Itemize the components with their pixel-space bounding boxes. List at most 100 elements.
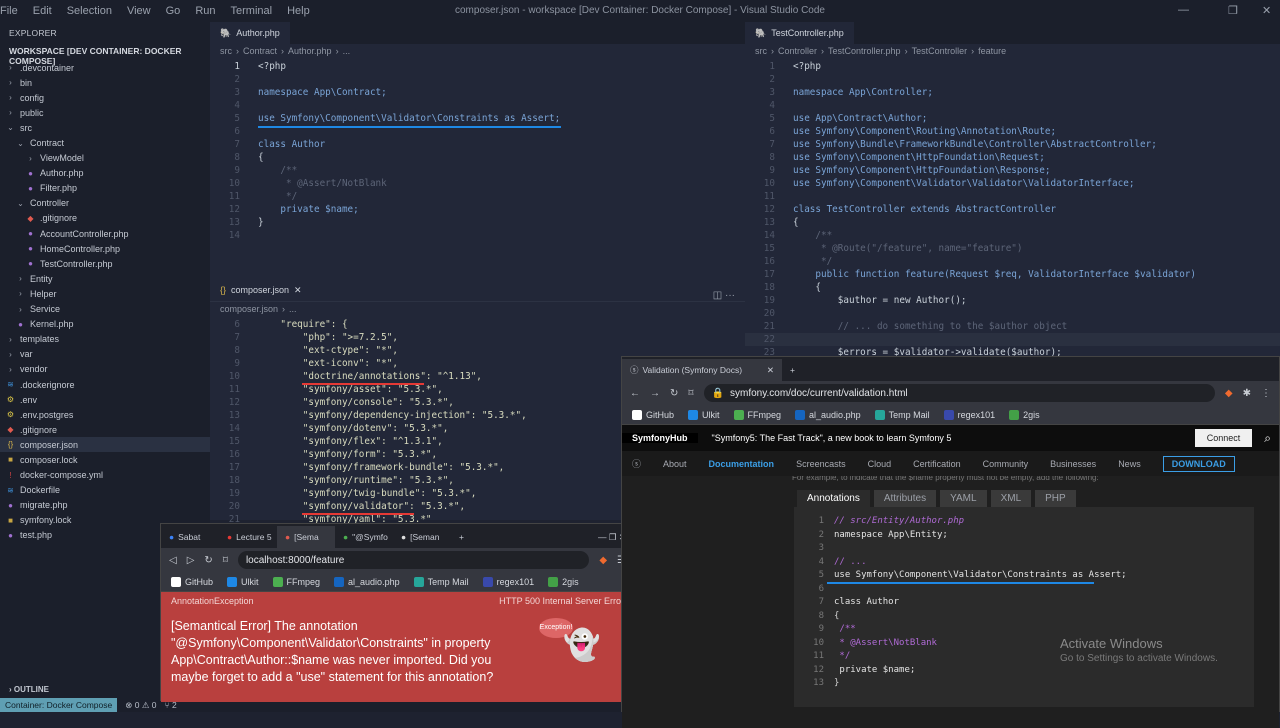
bookmark-item[interactable]: GitHub	[632, 409, 674, 420]
connect-button[interactable]: Connect	[1194, 429, 1253, 447]
tree-item[interactable]: ● TestController.php	[0, 256, 210, 271]
code-tab[interactable]: PHP	[1035, 490, 1076, 507]
reload-icon[interactable]: ↻	[670, 388, 678, 399]
back-icon[interactable]: ←	[630, 388, 640, 399]
workspace-title[interactable]: WORKSPACE [DEV CONTAINER: DOCKER COMPOSE…	[0, 44, 210, 66]
nav-item[interactable]: Certification	[913, 459, 961, 469]
tree-item[interactable]: › Helper	[0, 286, 210, 301]
tree-item[interactable]: ● Filter.php	[0, 181, 210, 196]
reload-icon[interactable]: ↻	[204, 555, 212, 566]
breadcrumb-item[interactable]: feature	[978, 46, 1006, 58]
tree-item[interactable]: › vendor	[0, 362, 210, 377]
search-icon[interactable]: ⌕	[1256, 431, 1279, 446]
browser-tab[interactable]: ● Sabat	[161, 526, 219, 548]
breadcrumb-item[interactable]: TestController.php	[828, 46, 901, 58]
bookmark-item[interactable]: al_audio.php	[795, 409, 861, 420]
code-tab[interactable]: XML	[990, 490, 1032, 507]
breadcrumb-item[interactable]: ...	[289, 304, 297, 316]
brave-icon[interactable]: ◆	[599, 555, 607, 566]
tab-validation-docs[interactable]: ⓢ Validation (Symfony Docs) ✕	[622, 359, 782, 381]
close-icon[interactable]: ✕	[1262, 4, 1271, 17]
forward-icon[interactable]: →	[650, 388, 660, 399]
tree-item[interactable]: › public	[0, 105, 210, 120]
code-area[interactable]: 1 <?php 2 3 namespace App\Contract; 4 5 use Sym…	[210, 60, 745, 242]
tab-author-php[interactable]: 🐘 Author.php	[210, 22, 290, 44]
tree-item[interactable]: ⚙ .env.postgres	[0, 407, 210, 422]
back-icon[interactable]: ◁	[169, 555, 177, 566]
browser-tab[interactable]: ● "@Symfo	[335, 526, 393, 548]
bookmark-icon[interactable]: ⌑	[688, 388, 693, 399]
tree-item[interactable]: ⚙ .env	[0, 392, 210, 407]
tree-item[interactable]: › Entity	[0, 271, 210, 286]
remote-indicator[interactable]: Container: Docker Compose	[0, 698, 118, 712]
tree-item[interactable]: › ViewModel	[0, 151, 210, 166]
breadcrumb-item[interactable]: Author.php	[288, 46, 332, 58]
download-button[interactable]: DOWNLOAD	[1162, 455, 1235, 472]
breadcrumb-item[interactable]: src	[220, 46, 232, 58]
tree-item[interactable]: ≋ Dockerfile	[0, 483, 210, 498]
bookmark-item[interactable]: al_audio.php	[334, 576, 400, 587]
tree-item[interactable]: › var	[0, 347, 210, 362]
code-tab[interactable]: Annotations	[797, 490, 870, 507]
promo-text[interactable]: "Symfony5: The Fast Track", a new book t…	[712, 433, 952, 443]
tree-item[interactable]: ● AccountController.php	[0, 226, 210, 241]
breadcrumb-item[interactable]: composer.json	[220, 304, 278, 316]
tree-item[interactable]: ● Kernel.php	[0, 317, 210, 332]
new-tab-button[interactable]: +	[451, 526, 472, 548]
new-tab-button[interactable]: +	[782, 359, 803, 381]
breadcrumb-item[interactable]: Controller	[778, 46, 817, 58]
bookmark-item[interactable]: FFmpeg	[733, 409, 781, 420]
address-bar[interactable]: localhost:8000/feature	[237, 551, 590, 569]
nav-item[interactable]: Businesses	[1050, 459, 1096, 469]
nav-item[interactable]: News	[1118, 459, 1141, 469]
bookmark-item[interactable]: Temp Mail	[413, 576, 469, 587]
forward-icon[interactable]: ▷	[187, 555, 195, 566]
split-editor-icon[interactable]: ◫ ···	[713, 290, 735, 301]
symfony-logo-icon[interactable]: ⓢ	[632, 457, 641, 470]
minimize-icon[interactable]: —	[1178, 4, 1189, 16]
tree-item[interactable]: ⌄ src	[0, 120, 210, 135]
nav-item[interactable]: Documentation	[709, 459, 775, 469]
nav-item[interactable]: About	[663, 459, 687, 469]
tree-item[interactable]: ⌄ Controller	[0, 196, 210, 211]
close-tab-icon[interactable]: ✕	[294, 285, 302, 296]
code-tab[interactable]: Attributes	[873, 490, 937, 507]
tree-item[interactable]: {} composer.json	[0, 437, 210, 453]
bookmark-item[interactable]: Ulkit	[227, 576, 259, 587]
tree-item[interactable]: › Service	[0, 302, 210, 317]
tree-item[interactable]: ■ composer.lock	[0, 452, 210, 467]
tree-item[interactable]: ◆ .gitignore	[0, 211, 210, 226]
address-bar[interactable]: 🔒 symfony.com/doc/current/validation.html	[703, 384, 1215, 402]
problems-indicator[interactable]: ⊗ 0 ⚠ 0	[125, 700, 156, 711]
nav-item[interactable]: Cloud	[868, 459, 892, 469]
bookmark-item[interactable]: regex101	[482, 576, 534, 587]
bookmark-item[interactable]: Ulkit	[688, 409, 720, 420]
tree-item[interactable]: ◆ .gitignore	[0, 422, 210, 437]
bookmark-item[interactable]: regex101	[943, 409, 995, 420]
restore-icon[interactable]: ❐	[1228, 4, 1238, 17]
tree-item[interactable]: › .devcontainer	[0, 60, 210, 75]
bookmark-item[interactable]: 2gis	[1009, 409, 1040, 420]
code-tab[interactable]: YAML	[940, 490, 987, 507]
breadcrumb-item[interactable]: src	[755, 46, 767, 58]
bookmark-item[interactable]: 2gis	[548, 576, 579, 587]
tree-item[interactable]: › bin	[0, 75, 210, 90]
tree-item[interactable]: › config	[0, 90, 210, 105]
browser-tab[interactable]: ● [Seman	[393, 526, 451, 548]
nav-item[interactable]: Screencasts	[796, 459, 846, 469]
tree-item[interactable]: ● HomeController.php	[0, 241, 210, 256]
tree-item[interactable]: ≋ .dockerignore	[0, 377, 210, 392]
close-tab-icon[interactable]: ✕	[767, 365, 774, 376]
bookmark-item[interactable]: FFmpeg	[272, 576, 320, 587]
symfonyhub-menu[interactable]: SymfonyHub	[622, 433, 698, 443]
tree-item[interactable]: ⌄ Contract	[0, 135, 210, 150]
extensions-icon[interactable]: ✱	[1243, 388, 1251, 399]
bookmark-item[interactable]: GitHub	[171, 576, 213, 587]
tree-item[interactable]: ! docker-compose.yml	[0, 468, 210, 483]
tab-composer-json[interactable]: {} composer.json ✕	[210, 279, 312, 301]
bookmark-item[interactable]: Temp Mail	[874, 409, 930, 420]
code-area[interactable]: 1 <?php 2 3 namespace App\Controller; 4 5 use A…	[745, 60, 1280, 359]
nav-item[interactable]: Community	[983, 459, 1029, 469]
tab-testcontroller-php[interactable]: 🐘 TestController.php	[745, 22, 854, 44]
menu-icon[interactable]: ⋮	[1261, 388, 1271, 399]
